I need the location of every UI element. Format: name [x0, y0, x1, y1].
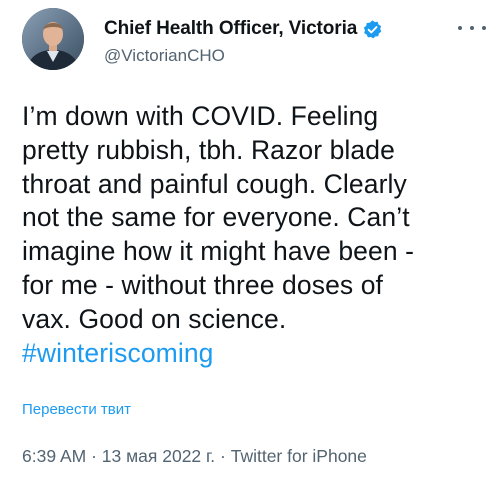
meta-separator: ·	[91, 446, 97, 466]
tweet-text-line: for me - without three doses of	[22, 269, 384, 300]
tweet-meta: 6:39 AM · 13 мая 2022 г. · Twitter for i…	[22, 446, 367, 467]
avatar[interactable]	[22, 8, 84, 70]
hashtag-link[interactable]: #winteriscoming	[22, 337, 492, 371]
tweet-text: I’m down with COVID. Feeling pretty rubb…	[22, 100, 492, 370]
tweet-text-line: pretty rubbish, tbh. Razor blade	[22, 134, 395, 165]
tweet-time[interactable]: 6:39 AM	[22, 446, 86, 466]
tweet-date[interactable]: 13 мая 2022 г.	[102, 446, 215, 466]
translate-tweet-link[interactable]: Перевести твит	[22, 401, 131, 418]
tweet-text-line: vax. Good on science.	[22, 303, 287, 334]
tweet-card: Chief Health Officer, Victoria @Victoria…	[0, 0, 500, 482]
verified-badge-icon	[362, 19, 383, 40]
more-horizontal-icon[interactable]	[458, 20, 486, 36]
tweet-text-line: I’m down with COVID. Feeling	[22, 101, 379, 131]
meta-separator: ·	[220, 446, 226, 466]
tweet-text-line: not the same for everyone. Can’t	[22, 202, 410, 233]
author-display-name[interactable]: Chief Health Officer, Victoria	[104, 18, 357, 40]
author-name-row[interactable]: Chief Health Officer, Victoria	[104, 18, 383, 40]
tweet-source: Twitter for iPhone	[230, 446, 367, 466]
tweet-text-line: imagine how it might have been -	[22, 236, 415, 267]
avatar-photo	[22, 8, 84, 70]
author-handle[interactable]: @VictorianCHO	[104, 46, 225, 66]
tweet-text-line: throat and painful cough. Clearly	[22, 168, 407, 199]
